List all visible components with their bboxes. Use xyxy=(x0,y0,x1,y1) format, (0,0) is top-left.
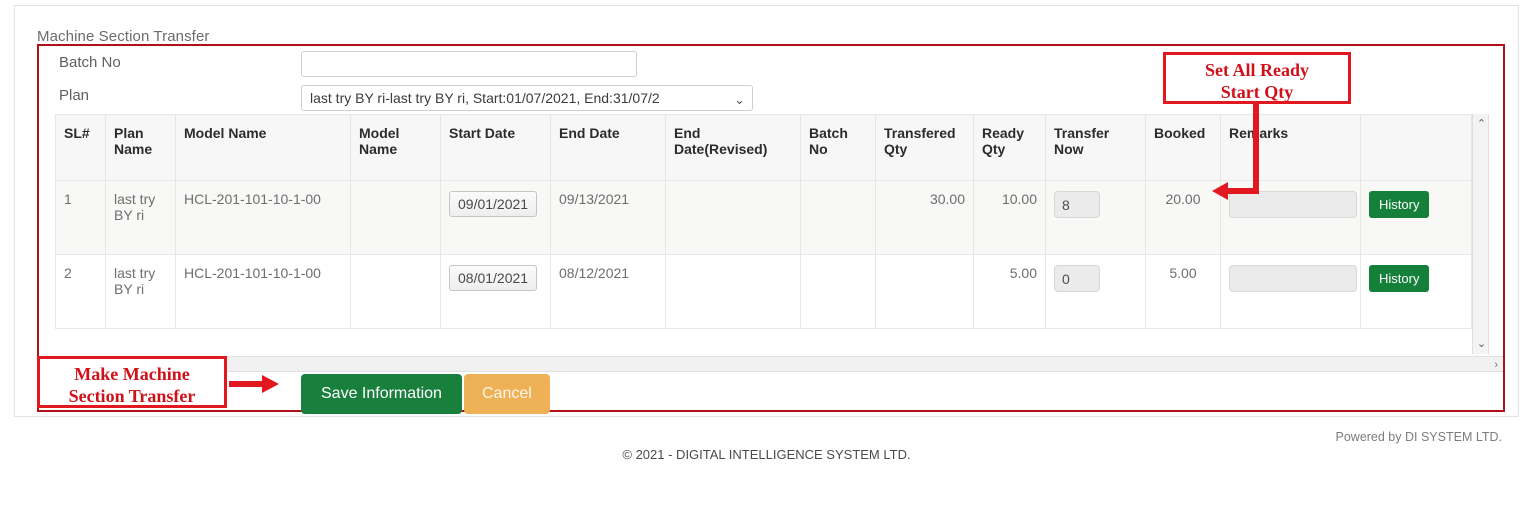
save-information-button[interactable]: Save Information xyxy=(301,374,462,414)
cell-end-date: 08/12/2021 xyxy=(550,254,666,329)
vertical-scrollbar[interactable]: ⌃ ⌄ xyxy=(1472,114,1489,354)
col-remarks: Remarks xyxy=(1220,114,1361,181)
cell-model-name-2 xyxy=(350,254,441,329)
annotation-make-transfer-line1: Make Machine xyxy=(74,364,190,384)
cell-ready-qty: 5.00 xyxy=(973,254,1046,329)
cell-sl: 1 xyxy=(55,180,106,255)
table-row: 1 last try BY ri HCL-201-101-10-1-00 09/… xyxy=(55,180,1472,255)
history-button[interactable]: History xyxy=(1369,191,1430,218)
annotation-set-all-ready: Set All Ready Start Qty xyxy=(1163,52,1351,104)
annotation-make-machine-section-transfer: Make Machine Section Transfer xyxy=(37,356,227,408)
plan-select-value: last try BY ri-last try BY ri, Start:01/… xyxy=(310,90,660,106)
cell-sl: 2 xyxy=(55,254,106,329)
transfer-now-input[interactable] xyxy=(1054,265,1100,292)
cell-transfered-qty: 30.00 xyxy=(875,180,974,255)
powered-by-text: Powered by DI SYSTEM LTD. xyxy=(1335,430,1503,444)
cell-remarks xyxy=(1220,254,1361,329)
scroll-down-icon[interactable]: ⌄ xyxy=(1473,337,1489,351)
annotation-arrow-head-right-icon xyxy=(262,375,279,393)
remarks-input[interactable] xyxy=(1229,191,1357,218)
table-row: 2 last try BY ri HCL-201-101-10-1-00 08/… xyxy=(55,254,1472,329)
col-sl: SL# xyxy=(55,114,106,181)
cell-plan-name: last try BY ri xyxy=(105,180,176,255)
annotation-arrow-stem-vertical xyxy=(1253,104,1259,190)
cell-batch-no xyxy=(800,254,876,329)
annotation-set-all-ready-line1: Set All Ready xyxy=(1204,60,1309,80)
page-title: Machine Section Transfer xyxy=(37,28,210,45)
batch-no-input[interactable] xyxy=(301,51,637,77)
chevron-down-icon: ⌄ xyxy=(734,92,745,107)
scroll-right-icon[interactable]: › xyxy=(1494,357,1498,373)
col-start-date: Start Date xyxy=(440,114,551,181)
horizontal-scrollbar[interactable]: ‹ › xyxy=(41,356,1503,372)
transfer-table-scroll: SL# Plan Name Model Name Model Name Star… xyxy=(55,114,1489,354)
plan-label: Plan xyxy=(59,87,90,104)
annotation-arrow-stem-save xyxy=(229,381,266,387)
cell-model-name: HCL-201-101-10-1-00 xyxy=(175,180,351,255)
annotation-set-all-ready-line2: Start Qty xyxy=(1220,82,1294,102)
copyright-text: © 2021 - DIGITAL INTELLIGENCE SYSTEM LTD… xyxy=(622,447,911,462)
cell-model-name-2 xyxy=(350,180,441,255)
batch-no-label: Batch No xyxy=(59,54,121,71)
col-model-name: Model Name xyxy=(175,114,351,181)
col-actions xyxy=(1360,114,1472,181)
cell-start-date: 08/01/2021 xyxy=(440,254,551,329)
cell-batch-no xyxy=(800,180,876,255)
cell-ready-qty: 10.00 xyxy=(973,180,1046,255)
table-header-row: SL# Plan Name Model Name Model Name Star… xyxy=(55,114,1472,181)
col-transfer-now: Transfer Now xyxy=(1045,114,1146,181)
cell-plan-name: last try BY ri xyxy=(105,254,176,329)
col-batch-no: Batch No xyxy=(800,114,876,181)
col-end-date-revised: End Date(Revised) xyxy=(665,114,801,181)
col-end-date: End Date xyxy=(550,114,666,181)
remarks-input[interactable] xyxy=(1229,265,1357,292)
col-booked: Booked xyxy=(1145,114,1221,181)
col-ready-qty: Ready Qty xyxy=(973,114,1046,181)
transfer-table: SL# Plan Name Model Name Model Name Star… xyxy=(55,114,1472,329)
app-root: Machine Section Transfer Batch No Plan l… xyxy=(0,0,1533,517)
cell-actions: History xyxy=(1360,180,1472,255)
annotation-make-transfer-line2: Section Transfer xyxy=(68,386,196,406)
col-transfered-qty: Transfered Qty xyxy=(875,114,974,181)
cell-transfer-now xyxy=(1045,180,1146,255)
cell-end-date-revised xyxy=(665,254,801,329)
start-date-button[interactable]: 08/01/2021 xyxy=(449,265,538,291)
cell-start-date: 09/01/2021 xyxy=(440,180,551,255)
cell-model-name: HCL-201-101-10-1-00 xyxy=(175,254,351,329)
cancel-button[interactable]: Cancel xyxy=(464,374,550,414)
plan-select[interactable]: last try BY ri-last try BY ri, Start:01/… xyxy=(301,85,753,111)
col-plan-name: Plan Name xyxy=(105,114,176,181)
cell-transfer-now xyxy=(1045,254,1146,329)
cell-booked: 5.00 xyxy=(1145,254,1221,329)
col-model-name-2: Model Name xyxy=(350,114,441,181)
cell-transfered-qty xyxy=(875,254,974,329)
cell-end-date-revised xyxy=(665,180,801,255)
cell-booked: 20.00 xyxy=(1145,180,1221,255)
transfer-now-input[interactable] xyxy=(1054,191,1100,218)
history-button[interactable]: History xyxy=(1369,265,1430,292)
scroll-up-icon[interactable]: ⌃ xyxy=(1473,117,1489,131)
cell-end-date: 09/13/2021 xyxy=(550,180,666,255)
annotation-arrow-head-left-icon xyxy=(1212,182,1228,200)
start-date-button[interactable]: 09/01/2021 xyxy=(449,191,538,217)
annotation-arrow-stem-horizontal xyxy=(1226,188,1259,194)
cell-actions: History xyxy=(1360,254,1472,329)
